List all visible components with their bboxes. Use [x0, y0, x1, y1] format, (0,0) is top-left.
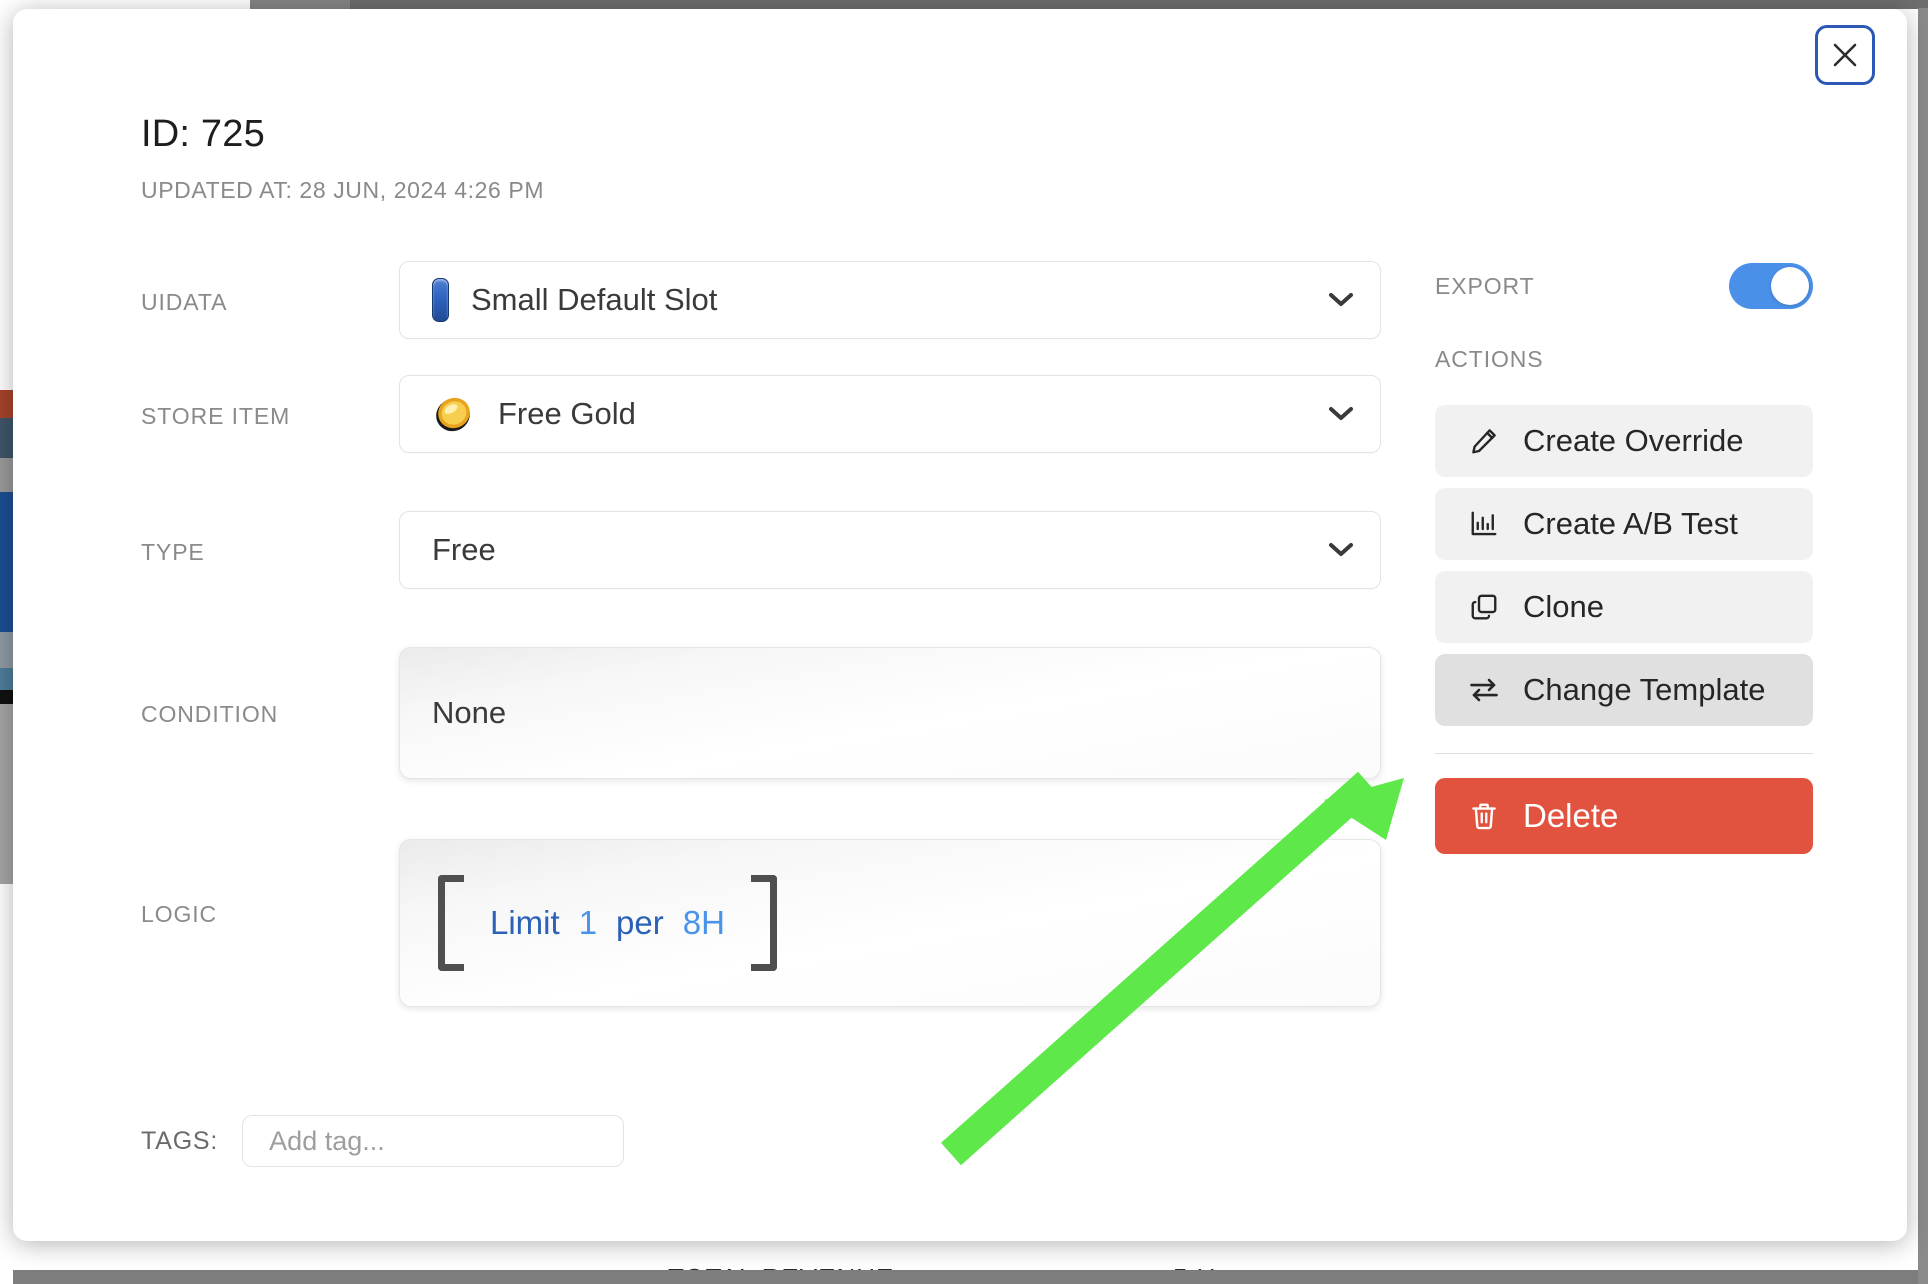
background-right-strip	[1918, 8, 1928, 1284]
toggle-knob	[1771, 267, 1809, 305]
close-button[interactable]	[1815, 25, 1875, 85]
logic-keyword: Limit	[490, 904, 560, 941]
label-store-item: STORE ITEM	[141, 403, 291, 429]
form-row-condition: CONDITION None	[141, 647, 1381, 839]
create-ab-test-button[interactable]: Create A/B Test	[1435, 488, 1813, 560]
gold-coin-icon	[432, 393, 476, 435]
copy-icon	[1467, 592, 1501, 622]
tags-label: TAGS:	[141, 1126, 219, 1155]
detail-modal: ID: 725 UPDATED AT: 28 JUN, 2024 4:26 PM…	[13, 9, 1907, 1241]
swap-icon	[1467, 675, 1501, 705]
clone-label: Clone	[1523, 589, 1604, 624]
action-button-list: Create Override Create A/B Test Clone Ch…	[1435, 405, 1813, 854]
uidata-value: Small Default Slot	[471, 282, 718, 317]
tags-row: TAGS:	[141, 1115, 625, 1167]
form-row-store-item: STORE ITEM Free Gold	[141, 375, 1381, 511]
type-select[interactable]: Free	[399, 511, 1381, 589]
close-icon	[1833, 43, 1857, 67]
condition-value: None	[432, 695, 507, 730]
detail-form: UIDATA Small Default Slot STORE ITEM Fre…	[141, 261, 1381, 1039]
chevron-down-icon	[1328, 292, 1354, 308]
condition-panel[interactable]: None	[399, 647, 1381, 779]
actions-label: ACTIONS	[1435, 346, 1544, 372]
actions-panel: EXPORT ACTIONS Create Override Create A/…	[1435, 261, 1813, 854]
bracket-right-icon	[750, 875, 777, 971]
logic-panel[interactable]: Limit 1 per 8H	[399, 839, 1381, 1007]
change-template-label: Change Template	[1523, 672, 1766, 707]
label-uidata: UIDATA	[141, 289, 228, 315]
logic-expression: Limit 1 per 8H	[438, 875, 777, 971]
create-ab-test-label: Create A/B Test	[1523, 506, 1738, 541]
chevron-down-icon	[1328, 542, 1354, 558]
background-bottom-row: TOTAL REVENUE 5 U	[13, 1240, 1918, 1284]
actions-divider	[1435, 753, 1813, 754]
delete-button[interactable]: Delete	[1435, 778, 1813, 854]
form-row-type: TYPE Free	[141, 511, 1381, 647]
background-top-bar-highlight	[250, 0, 350, 9]
type-value: Free	[432, 532, 496, 567]
logic-separator: per	[616, 904, 664, 941]
uidata-select[interactable]: Small Default Slot	[399, 261, 1381, 339]
page-title: ID: 725	[141, 113, 265, 155]
label-type: TYPE	[141, 539, 205, 565]
logic-duration[interactable]: 8H	[683, 904, 725, 942]
delete-label: Delete	[1523, 797, 1619, 834]
tag-input[interactable]	[242, 1115, 625, 1167]
logic-count[interactable]: 1	[579, 904, 597, 942]
background-top-bar	[250, 0, 1928, 9]
trash-icon	[1467, 801, 1501, 831]
background-bottom-bar	[13, 1270, 1918, 1284]
form-row-uidata: UIDATA Small Default Slot	[141, 261, 1381, 375]
pencil-icon	[1467, 426, 1501, 456]
create-override-button[interactable]: Create Override	[1435, 405, 1813, 477]
label-condition: CONDITION	[141, 701, 279, 727]
updated-at-text: UPDATED AT: 28 JUN, 2024 4:26 PM	[141, 177, 545, 203]
store-item-select[interactable]: Free Gold	[399, 375, 1381, 453]
clone-button[interactable]: Clone	[1435, 571, 1813, 643]
store-item-value: Free Gold	[498, 396, 636, 431]
background-left-strip	[0, 0, 13, 1284]
create-override-label: Create Override	[1523, 423, 1744, 458]
chevron-down-icon	[1328, 406, 1354, 422]
form-row-logic: LOGIC Limit 1 per 8H	[141, 839, 1381, 1039]
label-logic: LOGIC	[141, 901, 218, 927]
export-toggle[interactable]	[1729, 263, 1813, 309]
export-row: EXPORT	[1435, 261, 1813, 311]
bar-chart-icon	[1467, 509, 1501, 539]
change-template-button[interactable]: Change Template	[1435, 654, 1813, 726]
blue-slot-icon	[432, 278, 449, 322]
export-label: EXPORT	[1435, 272, 1535, 299]
bracket-left-icon	[438, 875, 464, 971]
